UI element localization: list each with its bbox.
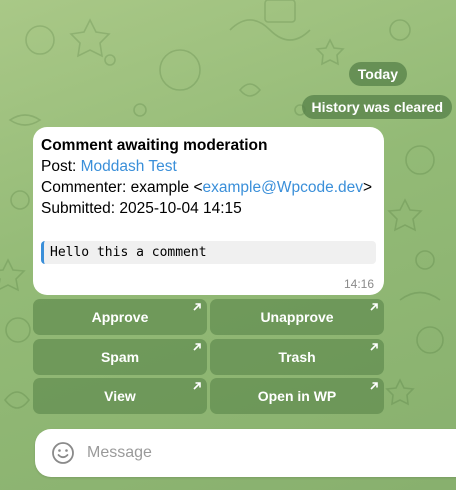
post-link[interactable]: Moddash Test <box>81 158 177 175</box>
date-chip: Today <box>348 62 407 86</box>
view-button-label: View <box>104 388 136 404</box>
post-line: Post: Moddash Test <box>41 156 376 177</box>
approve-button[interactable]: Approve <box>33 299 207 335</box>
unapprove-button[interactable]: Unapprove <box>210 299 384 335</box>
service-message: History was cleared <box>302 95 452 119</box>
comment-code-block[interactable]: Hello this a comment <box>41 241 376 264</box>
trash-button-label: Trash <box>278 349 316 365</box>
commenter-suffix: > <box>363 179 373 196</box>
commenter-label: Commenter: example < <box>41 179 203 196</box>
trash-button[interactable]: Trash <box>210 339 384 375</box>
spam-button[interactable]: Spam <box>33 339 207 375</box>
post-label: Post: <box>41 158 81 175</box>
view-button[interactable]: View <box>33 378 207 414</box>
commenter-line: Commenter: example <example@Wpcode.dev> <box>41 177 376 198</box>
open-link-arrow-icon <box>370 343 378 351</box>
unapprove-button-label: Unapprove <box>260 309 334 325</box>
open-link-arrow-icon <box>370 382 378 390</box>
open-in-wp-button[interactable]: Open in WP <box>210 378 384 414</box>
spam-button-label: Spam <box>100 349 140 365</box>
message-bubble: Comment awaiting moderation Post: Moddas… <box>33 127 384 295</box>
open-link-arrow-icon <box>193 382 201 390</box>
open-in-wp-button-label: Open in WP <box>257 388 337 404</box>
approve-button-label: Approve <box>91 309 149 325</box>
smile-icon[interactable] <box>51 441 75 465</box>
open-link-arrow-icon <box>193 343 201 351</box>
message-time: 14:16 <box>343 277 374 291</box>
open-link-arrow-icon <box>193 303 201 311</box>
submitted-line: Submitted: 2025-10-04 14:15 <box>41 200 242 217</box>
commenter-email-link[interactable]: example@Wpcode.dev <box>203 179 363 196</box>
message-composer <box>35 429 456 477</box>
message-title: Comment awaiting moderation <box>41 137 268 154</box>
message-input[interactable] <box>87 429 447 477</box>
open-link-arrow-icon <box>370 303 378 311</box>
